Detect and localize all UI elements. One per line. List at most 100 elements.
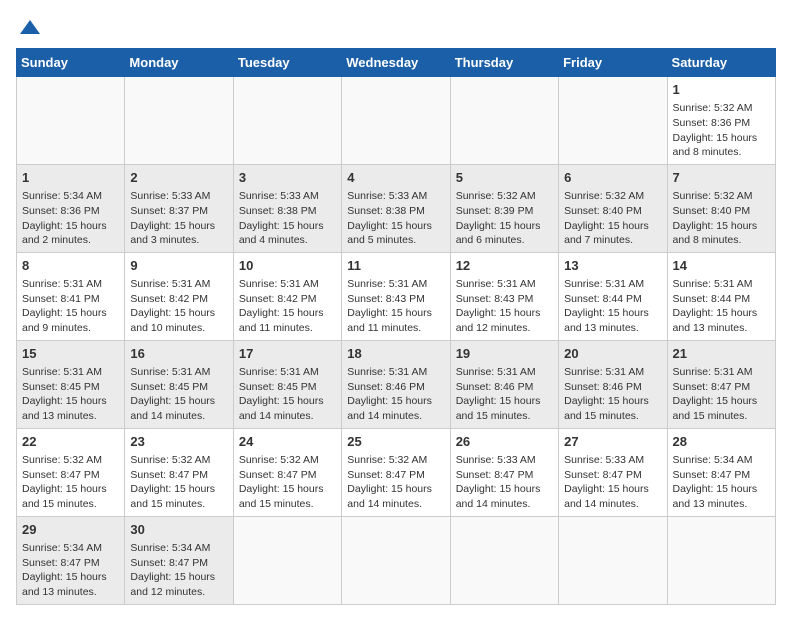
calendar-cell: 25 Sunrise: 5:32 AMSunset: 8:47 PMDayligh… [342, 428, 450, 516]
calendar-cell: 23Sunrise: 5:32 AMSunset: 8:47 PMDayligh… [125, 428, 233, 516]
sunrise-text: Sunrise: 5:32 AM [347, 453, 444, 468]
sunset-text: Sunset: 8:39 PM [456, 204, 553, 219]
day-number: 10 [239, 257, 336, 275]
calendar-cell [450, 516, 558, 604]
sunset-text: Sunset: 8:38 PM [347, 204, 444, 219]
sunset-text: Sunset: 8:47 PM [22, 556, 119, 571]
sunrise-text: Sunrise: 5:31 AM [673, 277, 770, 292]
sunrise-text: Sunrise: 5:31 AM [456, 277, 553, 292]
daylight-text: Daylight: 15 hours and 15 minutes. [239, 482, 336, 511]
sunset-text: Sunset: 8:44 PM [673, 292, 770, 307]
calendar-cell [233, 77, 341, 165]
sunrise-text: Sunrise: 5:32 AM [564, 189, 661, 204]
calendar-week-row: 1Sunrise: 5:32 AMSunset: 8:36 PMDaylight… [17, 77, 776, 165]
sunset-text: Sunset: 8:45 PM [130, 380, 227, 395]
calendar-cell: 16Sunrise: 5:31 AMSunset: 8:45 PMDayligh… [125, 340, 233, 428]
sunset-text: Sunset: 8:46 PM [456, 380, 553, 395]
calendar-week-row: 1Sunrise: 5:34 AMSunset: 8:36 PMDaylight… [17, 164, 776, 252]
daylight-text: Daylight: 15 hours and 7 minutes. [564, 219, 661, 248]
day-number: 16 [130, 345, 227, 363]
sunset-text: Sunset: 8:36 PM [22, 204, 119, 219]
sunset-text: Sunset: 8:47 PM [564, 468, 661, 483]
calendar-cell: 19Sunrise: 5:31 AMSunset: 8:46 PMDayligh… [450, 340, 558, 428]
sunrise-text: Sunrise: 5:34 AM [22, 189, 119, 204]
calendar-cell: 24Sunrise: 5:32 AMSunset: 8:47 PMDayligh… [233, 428, 341, 516]
calendar-cell: 4Sunrise: 5:33 AMSunset: 8:38 PMDaylight… [342, 164, 450, 252]
day-header-saturday: Saturday [667, 49, 775, 77]
calendar-cell: 6Sunrise: 5:32 AMSunset: 8:40 PMDaylight… [559, 164, 667, 252]
sunrise-text: Sunrise: 5:32 AM [130, 453, 227, 468]
daylight-text: Daylight: 15 hours and 11 minutes. [347, 306, 444, 335]
day-number: 18 [347, 345, 444, 363]
daylight-text: Daylight: 15 hours and 13 minutes. [22, 570, 119, 599]
day-number: 19 [456, 345, 553, 363]
day-number: 13 [564, 257, 661, 275]
day-number: 25 [347, 433, 444, 451]
calendar-cell: 14Sunrise: 5:31 AMSunset: 8:44 PMDayligh… [667, 252, 775, 340]
calendar-cell: 18Sunrise: 5:31 AMSunset: 8:46 PMDayligh… [342, 340, 450, 428]
day-number: 22 [22, 433, 119, 451]
day-header-sunday: Sunday [17, 49, 125, 77]
daylight-text: Daylight: 15 hours and 5 minutes. [347, 219, 444, 248]
calendar-cell: 27Sunrise: 5:33 AMSunset: 8:47 PMDayligh… [559, 428, 667, 516]
daylight-text: Daylight: 15 hours and 8 minutes. [673, 219, 770, 248]
sunrise-text: Sunrise: 5:32 AM [673, 101, 770, 116]
daylight-text: Daylight: 15 hours and 4 minutes. [239, 219, 336, 248]
sunset-text: Sunset: 8:46 PM [347, 380, 444, 395]
calendar-cell: 13Sunrise: 5:31 AMSunset: 8:44 PMDayligh… [559, 252, 667, 340]
sunrise-text: Sunrise: 5:31 AM [239, 365, 336, 380]
sunset-text: Sunset: 8:47 PM [456, 468, 553, 483]
sunrise-text: Sunrise: 5:31 AM [456, 365, 553, 380]
calendar-cell [559, 516, 667, 604]
calendar-cell: 30Sunrise: 5:34 AMSunset: 8:47 PMDayligh… [125, 516, 233, 604]
calendar-table: SundayMondayTuesdayWednesdayThursdayFrid… [16, 48, 776, 605]
calendar-cell: 20Sunrise: 5:31 AMSunset: 8:46 PMDayligh… [559, 340, 667, 428]
day-header-friday: Friday [559, 49, 667, 77]
sunset-text: Sunset: 8:46 PM [564, 380, 661, 395]
calendar-cell [342, 516, 450, 604]
sunrise-text: Sunrise: 5:32 AM [673, 189, 770, 204]
calendar-week-row: 8Sunrise: 5:31 AMSunset: 8:41 PMDaylight… [17, 252, 776, 340]
day-number: 23 [130, 433, 227, 451]
day-number: 27 [564, 433, 661, 451]
sunset-text: Sunset: 8:40 PM [673, 204, 770, 219]
day-number: 21 [673, 345, 770, 363]
sunset-text: Sunset: 8:37 PM [130, 204, 227, 219]
sunrise-text: Sunrise: 5:31 AM [22, 277, 119, 292]
sunset-text: Sunset: 8:47 PM [673, 380, 770, 395]
sunset-text: Sunset: 8:47 PM [347, 468, 444, 483]
calendar-cell: 15Sunrise: 5:31 AMSunset: 8:45 PMDayligh… [17, 340, 125, 428]
sunrise-text: Sunrise: 5:31 AM [130, 277, 227, 292]
sunset-text: Sunset: 8:43 PM [347, 292, 444, 307]
sunset-text: Sunset: 8:42 PM [130, 292, 227, 307]
daylight-text: Daylight: 15 hours and 13 minutes. [22, 394, 119, 423]
calendar-cell [233, 516, 341, 604]
calendar-cell: 22Sunrise: 5:32 AMSunset: 8:47 PMDayligh… [17, 428, 125, 516]
sunrise-text: Sunrise: 5:33 AM [347, 189, 444, 204]
sunset-text: Sunset: 8:47 PM [239, 468, 336, 483]
calendar-cell: 28Sunrise: 5:34 AMSunset: 8:47 PMDayligh… [667, 428, 775, 516]
sunset-text: Sunset: 8:47 PM [22, 468, 119, 483]
calendar-cell: 11Sunrise: 5:31 AMSunset: 8:43 PMDayligh… [342, 252, 450, 340]
sunset-text: Sunset: 8:44 PM [564, 292, 661, 307]
calendar-cell: 17Sunrise: 5:31 AMSunset: 8:45 PMDayligh… [233, 340, 341, 428]
calendar-week-row: 29Sunrise: 5:34 AMSunset: 8:47 PMDayligh… [17, 516, 776, 604]
daylight-text: Daylight: 15 hours and 14 minutes. [347, 482, 444, 511]
calendar-week-row: 22Sunrise: 5:32 AMSunset: 8:47 PMDayligh… [17, 428, 776, 516]
calendar-cell [17, 77, 125, 165]
day-number: 3 [239, 169, 336, 187]
calendar-cell: 26Sunrise: 5:33 AMSunset: 8:47 PMDayligh… [450, 428, 558, 516]
day-number: 2 [130, 169, 227, 187]
daylight-text: Daylight: 15 hours and 12 minutes. [456, 306, 553, 335]
sunrise-text: Sunrise: 5:31 AM [673, 365, 770, 380]
day-number: 14 [673, 257, 770, 275]
day-number: 24 [239, 433, 336, 451]
sunset-text: Sunset: 8:43 PM [456, 292, 553, 307]
day-number: 7 [673, 169, 770, 187]
sunrise-text: Sunrise: 5:32 AM [22, 453, 119, 468]
sunset-text: Sunset: 8:41 PM [22, 292, 119, 307]
day-number: 17 [239, 345, 336, 363]
calendar-header-row: SundayMondayTuesdayWednesdayThursdayFrid… [17, 49, 776, 77]
daylight-text: Daylight: 15 hours and 6 minutes. [456, 219, 553, 248]
daylight-text: Daylight: 15 hours and 14 minutes. [564, 482, 661, 511]
